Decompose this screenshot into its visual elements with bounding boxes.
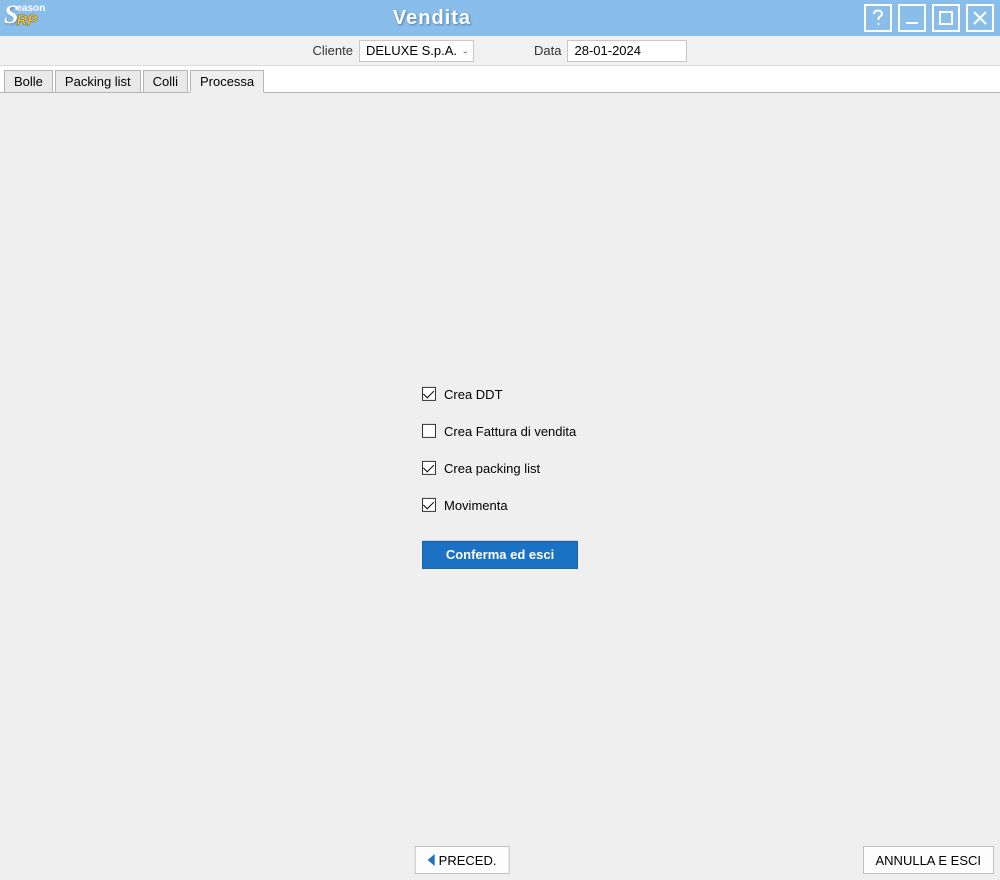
checkbox-row-crea_packing[interactable]: Crea packing list	[422, 460, 578, 475]
minimize-button[interactable]	[898, 4, 926, 32]
checkbox-row-movimenta[interactable]: Movimenta	[422, 497, 578, 512]
checkbox-row-crea_fattura[interactable]: Crea Fattura di vendita	[422, 423, 578, 438]
cliente-combo[interactable]: DELUXE S.p.A. ⌄	[359, 40, 474, 62]
window-controls	[864, 0, 1000, 36]
logo-rp: RP	[16, 14, 45, 28]
tab-body: Crea DDT Crea Fattura di vendita Crea pack…	[0, 92, 1000, 880]
tab-processa[interactable]: Processa	[190, 70, 264, 93]
tab-row: Bolle Packing list Colli Processa	[0, 66, 1000, 93]
titlebar: S eason RP Vendita	[0, 0, 1000, 36]
checkbox-label-crea_packing: Crea packing list	[444, 460, 540, 475]
data-field: Data 28-01-2024	[534, 40, 687, 62]
tab-bolle-label: Bolle	[14, 74, 43, 89]
confirm-exit-label: Conferma ed esci	[446, 547, 554, 562]
help-button[interactable]	[864, 4, 892, 32]
chevron-down-icon: ⌄	[461, 45, 469, 56]
app-logo: S eason RP	[4, 2, 45, 28]
cliente-value: DELUXE S.p.A.	[366, 43, 457, 58]
tab-bolle[interactable]: Bolle	[4, 70, 53, 93]
previous-button[interactable]: PRECED.	[415, 846, 510, 874]
processa-panel: Crea DDT Crea Fattura di vendita Crea pack…	[422, 386, 578, 568]
checkbox-row-crea_ddt[interactable]: Crea DDT	[422, 386, 578, 401]
cliente-label: Cliente	[313, 43, 353, 58]
data-input[interactable]: 28-01-2024	[567, 40, 687, 62]
close-button[interactable]	[966, 4, 994, 32]
checkbox-crea_fattura[interactable]	[422, 424, 436, 438]
bottom-bar: PRECED. ANNULLA E ESCI	[0, 846, 1000, 874]
tab-processa-label: Processa	[200, 74, 254, 89]
checkbox-label-crea_ddt: Crea DDT	[444, 386, 503, 401]
checkbox-movimenta[interactable]	[422, 498, 436, 512]
cancel-exit-button[interactable]: ANNULLA E ESCI	[863, 846, 995, 874]
window-title: Vendita	[0, 7, 864, 30]
checkbox-label-movimenta: Movimenta	[444, 497, 508, 512]
checkbox-label-crea_fattura: Crea Fattura di vendita	[444, 423, 576, 438]
previous-label: PRECED.	[439, 853, 497, 868]
header-toolbar: Cliente DELUXE S.p.A. ⌄ Data 28-01-2024	[0, 36, 1000, 66]
tab-colli-label: Colli	[153, 74, 178, 89]
data-label: Data	[534, 43, 561, 58]
confirm-exit-button[interactable]: Conferma ed esci	[422, 540, 578, 568]
tab-packing-list[interactable]: Packing list	[55, 70, 141, 93]
data-value: 28-01-2024	[574, 43, 641, 58]
tab-colli[interactable]: Colli	[143, 70, 188, 93]
maximize-button[interactable]	[932, 4, 960, 32]
cliente-field: Cliente DELUXE S.p.A. ⌄	[313, 40, 475, 62]
tab-packing-label: Packing list	[65, 74, 131, 89]
checkbox-crea_ddt[interactable]	[422, 387, 436, 401]
arrow-left-icon	[428, 854, 435, 866]
cancel-exit-label: ANNULLA E ESCI	[876, 853, 982, 868]
checkbox-crea_packing[interactable]	[422, 461, 436, 475]
